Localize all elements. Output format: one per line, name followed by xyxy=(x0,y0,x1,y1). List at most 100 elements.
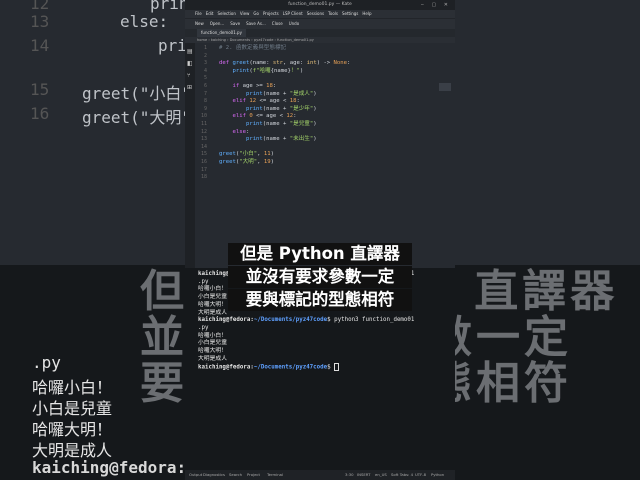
code-line[interactable]: def greet(name: str, age: int) -> None: xyxy=(219,60,350,68)
status-item[interactable]: UTF-8 xyxy=(415,470,426,480)
toolbar-undo[interactable]: Undo xyxy=(289,21,299,26)
toolbar-new[interactable]: New xyxy=(195,21,204,26)
toolbar-close[interactable]: Close xyxy=(272,21,283,26)
code-line[interactable]: greet("大明", 19) xyxy=(219,159,274,167)
menu-help[interactable]: Help xyxy=(362,11,371,16)
code-area[interactable]: # 2. 函數定義與型態標記 def greet(name: str, age: … xyxy=(219,43,455,268)
code-line[interactable]: print(name + "未出生") xyxy=(219,136,317,144)
terminal-line: .py xyxy=(198,325,208,333)
code-line[interactable]: print(name + "是少年") xyxy=(219,106,317,114)
code-line[interactable]: elif 0 <= age < 12: xyxy=(219,113,297,121)
projects-icon[interactable]: ◧ xyxy=(187,61,193,67)
toolbar-save[interactable]: Save xyxy=(230,21,240,26)
caption-line: 並沒有要求參數一定 xyxy=(228,266,412,288)
terminal-line: 哈囉大明！ xyxy=(198,302,227,310)
status-item[interactable]: en_US xyxy=(375,470,387,480)
code-token: (name + xyxy=(262,121,290,127)
code-line[interactable]: elif 12 <= age < 18: xyxy=(219,98,300,106)
menu-tools[interactable]: Tools xyxy=(328,11,338,16)
code-token: "是兒童" xyxy=(289,121,314,127)
code-token: print xyxy=(245,90,263,97)
code-token: ) xyxy=(299,67,304,74)
menu-view[interactable]: View xyxy=(240,11,250,16)
code-line[interactable]: greet("小白", 11) xyxy=(219,151,274,159)
minimap-icon[interactable] xyxy=(439,83,451,91)
code-token: elif xyxy=(232,98,250,105)
status-item[interactable]: Project xyxy=(247,470,260,480)
menu-lsp-client[interactable]: LSP Client xyxy=(283,11,303,16)
code-token: : xyxy=(293,113,297,120)
status-item[interactable]: Soft Tabs: 4 xyxy=(391,470,413,480)
code-token: (name: xyxy=(249,60,273,67)
code-token: greet xyxy=(232,60,250,67)
status-item[interactable]: Output xyxy=(189,470,202,480)
terminal-output: .py xyxy=(198,278,209,285)
code-token: "是少年" xyxy=(289,105,314,112)
background-code-line: greet("小白", xyxy=(82,84,185,103)
background-line-number: 15 xyxy=(30,80,50,99)
code-token: ！" xyxy=(290,67,300,74)
menu-settings[interactable]: Settings xyxy=(342,11,358,16)
line-number: 18 xyxy=(200,174,207,181)
code-token: f"哈囉 xyxy=(252,67,271,74)
background-code-line: pri xyxy=(158,36,185,55)
code-token: print xyxy=(245,105,263,112)
menu-selection[interactable]: Selection xyxy=(217,11,235,16)
code-line[interactable]: # 2. 函數定義與型態標記 xyxy=(219,45,286,53)
menu-projects[interactable]: Projects xyxy=(263,11,279,16)
code-token: (name + xyxy=(262,136,290,143)
code-token: None xyxy=(333,60,348,67)
terminal-line: 小白是兒童 xyxy=(198,340,227,348)
toolbar-open[interactable]: Open... xyxy=(210,21,225,26)
terminal-output: 小白是兒童 xyxy=(198,294,227,301)
code-token: greet xyxy=(219,159,236,165)
menu-edit[interactable]: Edit xyxy=(206,11,214,16)
code-token: ) xyxy=(270,151,275,158)
symbols-icon[interactable]: ⊞ xyxy=(187,85,193,91)
code-token: <= age < xyxy=(252,113,287,120)
line-number: 16 xyxy=(200,159,207,165)
menu-sessions[interactable]: Sessions xyxy=(307,11,324,16)
status-item[interactable]: 3:30 xyxy=(345,470,354,480)
code-line[interactable]: if age >= 18: xyxy=(219,83,276,91)
background-terminal-line: kaiching@fedora:~ xyxy=(32,458,185,477)
code-editor[interactable]: 1 2 3 4 5 6 7 8 9 10 11 12 13 14 15 16 17 18 # 2. 函數定義與型態… xyxy=(195,43,455,268)
terminal-path: ~/Documents/pyz47code xyxy=(253,364,328,371)
terminal-command: $ xyxy=(327,364,335,371)
line-number: 11 xyxy=(200,121,207,127)
code-token: "是成人" xyxy=(289,90,314,97)
code-token: else xyxy=(232,128,246,135)
code-line[interactable]: print(name + "是兒童") xyxy=(219,121,317,129)
status-item[interactable]: Search xyxy=(229,470,242,480)
code-token: ) xyxy=(270,159,275,165)
line-number: 12 xyxy=(200,128,207,135)
code-line[interactable]: print(f"哈囉{name}！") xyxy=(219,68,303,76)
terminal-cursor xyxy=(334,363,340,372)
terminal-command: $ python3 function_demo01 xyxy=(327,317,415,324)
documents-icon[interactable]: ▤ xyxy=(187,49,193,55)
window-controls[interactable]: ‒ ▢ ✕ xyxy=(421,0,451,10)
tab-function-demo01[interactable]: function_demo01.py xyxy=(197,29,246,37)
code-token: # 2. 函數定義與型態標記 xyxy=(219,45,287,51)
toolbar-save-as[interactable]: Save As... xyxy=(246,21,266,26)
code-line[interactable]: print(name + "是成人") xyxy=(219,91,317,99)
status-item[interactable]: INSERT xyxy=(357,470,370,480)
code-token: elif xyxy=(232,113,250,120)
line-number: 2 xyxy=(203,52,207,59)
git-icon[interactable]: ⑂ xyxy=(187,73,193,79)
code-token: ) xyxy=(313,136,317,143)
menu-go[interactable]: Go xyxy=(253,11,259,16)
status-item[interactable]: Diagnostics xyxy=(203,470,225,480)
status-item[interactable]: Python xyxy=(431,470,444,480)
code-token: : xyxy=(245,128,250,135)
background-code-area: 12print13else:14pri15greet("小白",16greet(… xyxy=(455,0,640,265)
toolbar: New Open... Save Save As... Close Undo xyxy=(185,18,455,29)
code-token: : xyxy=(272,83,277,89)
code-token: 18 xyxy=(289,98,297,105)
code-token: : xyxy=(296,98,300,105)
terminal-line: 大明是成人 xyxy=(198,310,227,318)
status-item[interactable]: Terminal xyxy=(267,470,283,480)
menu-file[interactable]: File xyxy=(195,11,202,16)
